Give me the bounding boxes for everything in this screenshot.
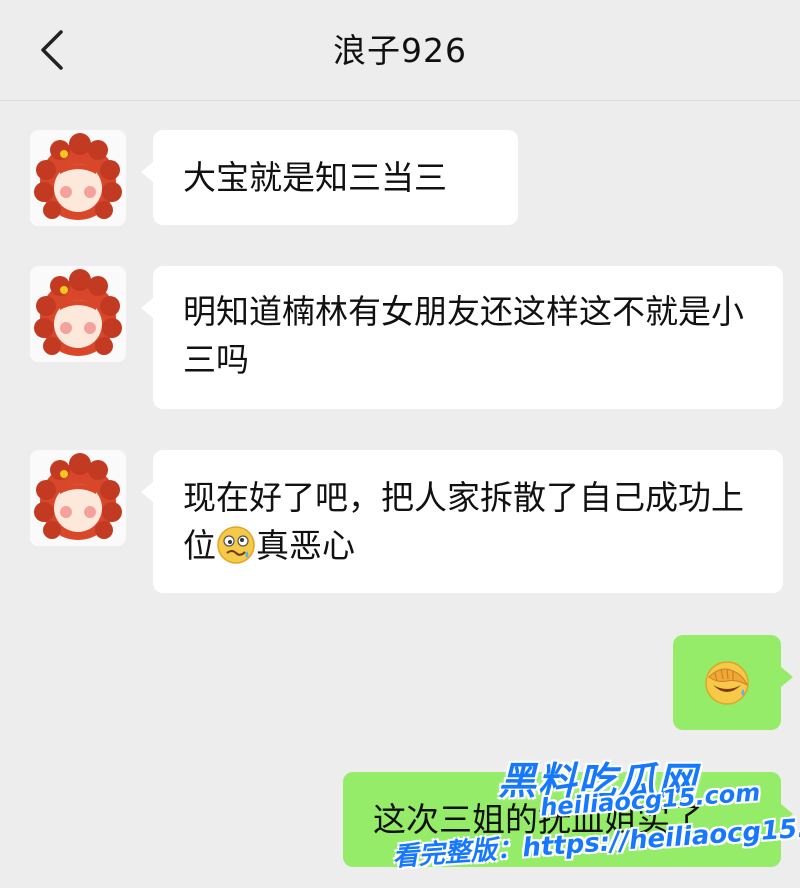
facepalm-laugh-emoji-icon — [705, 660, 749, 705]
curly-hair-girl-avatar-icon — [34, 133, 122, 220]
curly-hair-girl-avatar-icon — [34, 269, 122, 356]
message-text: 明知道楠林有女朋友还这样这不就是小三吗 — [183, 292, 744, 379]
message-text: 这次三姐的抚血姐实了 — [373, 800, 703, 839]
message-text-suffix: 真恶心 — [256, 526, 355, 565]
woozy-face-icon — [216, 525, 256, 578]
message-bubble[interactable]: 现在好了吧，把人家拆散了自己成功上位 真恶心 — [141, 450, 783, 593]
curly-hair-girl-avatar-icon — [34, 453, 122, 540]
avatar[interactable] — [30, 450, 126, 546]
avatar[interactable] — [30, 266, 126, 362]
chat-title: 浪子926 — [333, 31, 467, 70]
avatar[interactable] — [30, 130, 126, 226]
chat-header: 浪子926 — [0, 0, 800, 101]
message-bubble[interactable]: 明知道楠林有女朋友还这样这不就是小三吗 — [141, 266, 783, 409]
message-text: 大宝就是知三当三 — [183, 158, 447, 197]
message-bubble[interactable]: 大宝就是知三当三 — [141, 130, 518, 225]
message-bubble-mine[interactable]: 这次三姐的抚血姐实了 — [343, 772, 793, 867]
message-bubble-mine[interactable] — [673, 635, 793, 730]
